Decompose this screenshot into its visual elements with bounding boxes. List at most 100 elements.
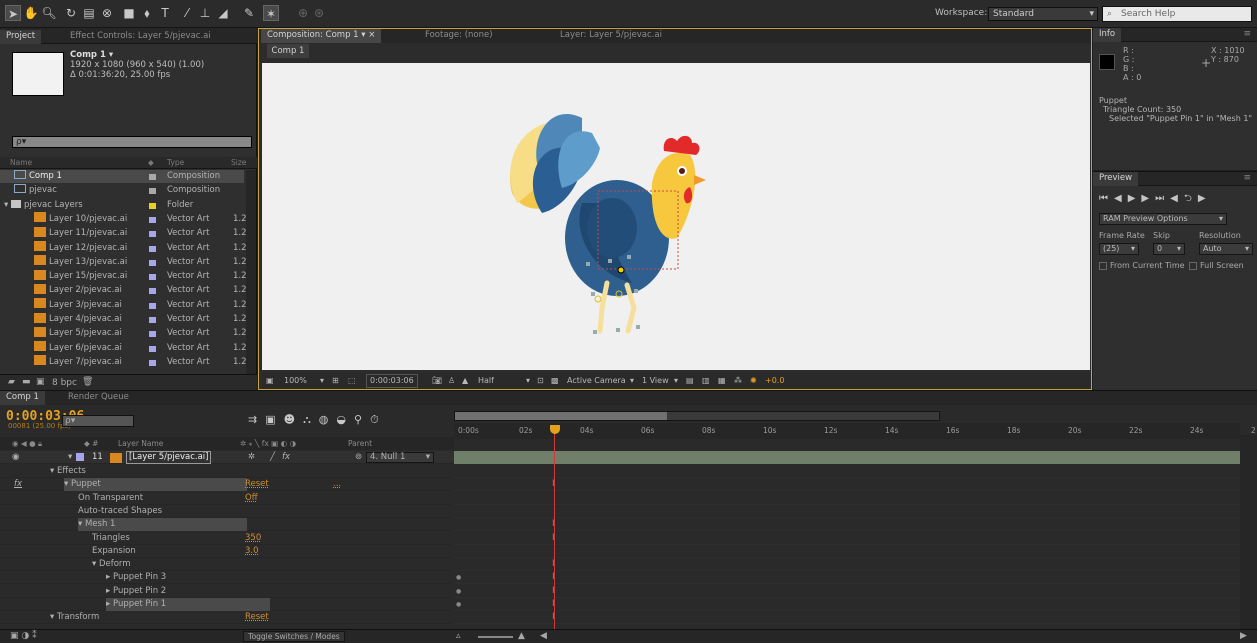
selection-tool-icon[interactable]: ➤ [5,5,21,21]
work-area-bar[interactable] [454,411,940,421]
col-layer-name[interactable]: Layer Name [118,439,163,448]
col-parent[interactable]: Parent [348,439,372,448]
col-type[interactable]: Type [167,158,184,167]
tab-comp-1[interactable]: Comp 1 [0,391,45,405]
col-size[interactable]: Size [231,158,246,167]
flowchart-icon[interactable]: ⁂ [734,373,742,389]
property-track[interactable] [454,558,1240,572]
property-track[interactable] [454,571,1240,585]
label-column-icon[interactable]: ◆ # [84,439,98,448]
property-track[interactable] [454,585,1240,598]
property-row[interactable]: Triangles 350 [0,532,454,545]
project-item[interactable]: Layer 11/pjevac.ai Vector Art 1.2 [0,226,247,240]
rectangle-tool-icon[interactable]: ■ [121,5,137,21]
property-track[interactable] [454,518,1240,532]
property-track[interactable] [454,478,1240,492]
property-value[interactable]: 350 [245,532,261,545]
expand-triangle-icon[interactable]: ▾ [50,466,57,476]
property-value[interactable]: Off [245,492,258,505]
property-value[interactable]: Reset [245,478,269,491]
label-color-swatch[interactable] [149,245,156,252]
project-item[interactable]: ▾ pjevac Layers Folder [0,199,244,212]
tab-preview[interactable]: Preview [1093,172,1139,186]
property-row[interactable]: ▸ Puppet Pin 3 [0,571,454,585]
stopwatch-icon[interactable]: ⏱︎ [370,413,387,426]
time-navigator-start[interactable] [455,412,667,420]
trash-icon[interactable]: 🗑︎ [82,377,93,387]
col-name[interactable]: Name [10,158,32,167]
show-snapshot-icon[interactable]: ♙ [448,373,455,389]
type-tool-icon[interactable]: T [157,5,173,21]
label-color-swatch[interactable] [149,274,156,281]
puppet-pin-tool-icon[interactable]: ✶ [263,5,279,21]
label-color-swatch[interactable] [149,288,156,295]
previous-frame-icon[interactable]: ◀ [1114,193,1128,204]
comp-breadcrumb[interactable]: Comp 1 [267,44,309,58]
expand-triangle-icon[interactable]: ▾ [78,519,85,529]
project-item[interactable]: Layer 12/pjevac.ai Vector Art 1.2 [0,241,247,255]
interpret-footage-icon[interactable]: ▰ [8,377,15,387]
world-axis-icon[interactable]: ⊛ [311,5,327,21]
project-item[interactable]: Layer 2/pjevac.ai Vector Art 1.2 [0,283,247,297]
pen-tool-icon[interactable]: ⬧ [139,5,155,21]
expand-triangle-icon[interactable]: ▸ [106,599,113,609]
transparency-grid-icon[interactable]: ▩ [551,373,559,389]
zoom-tool-icon[interactable]: 🔍︎ [41,5,57,21]
hand-tool-icon[interactable]: ✋ [23,5,39,21]
zoom-slider[interactable] [478,636,513,638]
effects-fx-icon[interactable]: fx [282,451,290,464]
property-row[interactable]: fx ▾ Puppet Reset... [0,478,454,492]
shy-icon[interactable]: ☻ [284,413,303,426]
property-row[interactable]: ▸ Puppet Pin 1 [0,598,454,611]
frame-rate-dropdown[interactable]: (25) ▾ [1099,243,1139,255]
label-column-icon[interactable]: ◆ [148,158,154,167]
workspace-dropdown[interactable]: Standard ▾ [988,7,1098,21]
visibility-eye-icon[interactable]: ◉ [12,451,19,464]
scroll-right-icon[interactable]: ▶ [1240,631,1247,641]
region-of-interest-icon[interactable]: ⊡ [537,373,544,389]
tab-project[interactable]: Project [0,30,42,44]
property-track[interactable] [454,611,1240,625]
project-item[interactable]: Layer 5/pjevac.ai Vector Art 1.2 [0,326,247,340]
panel-menu-icon[interactable]: ≡ [1243,173,1251,183]
layer-name[interactable]: [Layer 5/pjevac.ai] [126,451,212,464]
property-row[interactable]: ▾ Mesh 1 [0,518,454,532]
search-help-input[interactable]: ⌕ Search Help [1102,6,1252,22]
property-track[interactable] [454,532,1240,545]
keyframe-dot[interactable]: ● [456,574,461,581]
camera-tool-icon[interactable]: ▤ [81,5,97,21]
roto-brush-tool-icon[interactable]: ✎ [241,5,257,21]
label-color-swatch[interactable] [149,216,156,223]
property-row[interactable]: ▾ Effects [0,465,454,478]
rotate-tool-icon[interactable]: ↻ [63,5,79,21]
graph-editor-icon[interactable]: ⚲ [354,413,370,426]
grid-icon[interactable]: ⊞ [332,373,339,389]
project-item[interactable]: pjevac Composition [0,184,244,197]
property-track[interactable] [454,505,1240,518]
property-row[interactable]: ▸ Puppet Pin 2 [0,585,454,598]
label-color-swatch[interactable] [149,331,156,338]
play-icon[interactable]: ▶ [1128,193,1142,204]
zoom-in-icon[interactable]: ▲ [518,631,525,641]
frame-blending-icon[interactable]: ⛬ [303,413,319,426]
bpc-label[interactable]: 8 bpc [52,378,77,388]
eraser-tool-icon[interactable]: ◢ [215,5,231,21]
property-track[interactable] [454,545,1240,558]
property-track[interactable] [454,492,1240,505]
project-item[interactable]: Layer 4/pjevac.ai Vector Art 1.2 [0,312,247,326]
property-track[interactable] [454,465,1240,478]
label-color-swatch[interactable] [149,231,156,238]
project-item[interactable]: Layer 10/pjevac.ai Vector Art 1.2 [0,212,247,226]
audio-icon[interactable]: ◀︎ [1170,193,1184,204]
layer-duration-bar[interactable] [454,451,1240,464]
project-search-input[interactable]: ρ▾ [12,136,252,148]
quality-icon[interactable]: ╱ [270,451,275,464]
toggle-switches-modes-button[interactable]: Toggle Switches / Modes [243,631,345,642]
pickwhip-icon[interactable]: ⊚ [355,451,362,464]
brush-tool-icon[interactable]: ⁄ [179,5,195,21]
new-folder-icon[interactable]: ▬ [22,377,31,387]
tab-composition[interactable]: Composition: Comp 1 ▾ × [261,29,382,43]
draft-3d-icon[interactable]: ▣ [265,413,283,426]
label-color-swatch[interactable] [149,259,156,266]
project-item[interactable]: Layer 6/pjevac.ai Vector Art 1.2 [0,341,247,355]
